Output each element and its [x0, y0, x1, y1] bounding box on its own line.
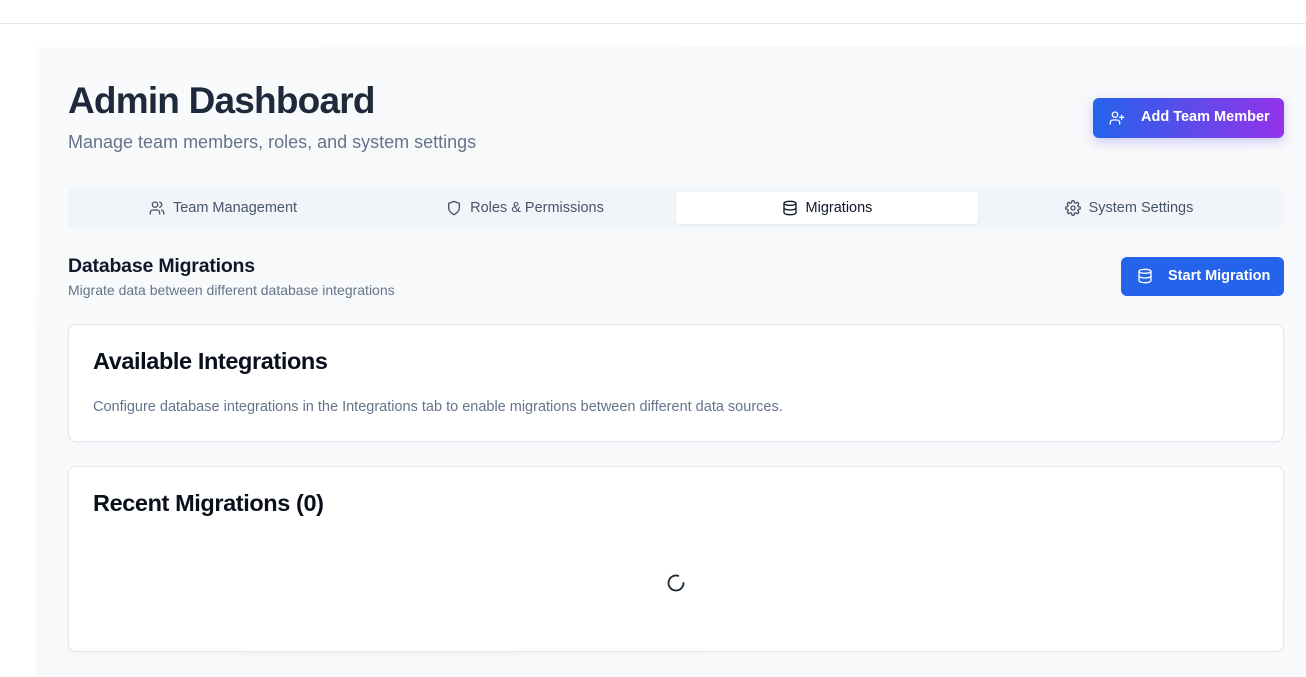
add-team-member-label: Add Team Member [1141, 109, 1270, 125]
page-subtitle: Manage team members, roles, and system s… [68, 132, 477, 152]
tab-roles-permissions[interactable]: Roles & Permissions [374, 192, 676, 224]
tab-bar: Team Management Roles & Permissions Migr… [68, 188, 1284, 228]
page-title: Admin Dashboard [68, 80, 375, 121]
user-plus-icon [1109, 111, 1125, 125]
top-bar [0, 0, 1306, 24]
tab-label: System Settings [1088, 200, 1194, 216]
database-icon [1138, 268, 1152, 284]
available-integrations-card: Available Integrations Configure databas… [68, 324, 1284, 442]
tab-label: Team Management [172, 200, 298, 216]
tab-migrations[interactable]: Migrations [676, 192, 978, 224]
card-title: Available Integrations [93, 348, 328, 374]
database-icon [782, 200, 797, 216]
start-migration-label: Start Migration [1168, 268, 1271, 284]
tab-system-settings[interactable]: System Settings [978, 192, 1280, 224]
gear-icon [1064, 200, 1081, 216]
section-title: Database Migrations [68, 255, 255, 277]
tab-label: Roles & Permissions [470, 200, 604, 216]
shield-icon [448, 200, 461, 216]
tab-team-management[interactable]: Team Management [72, 192, 374, 224]
users-icon [149, 201, 165, 215]
section-subtitle: Migrate data between different database … [68, 282, 395, 298]
card-description: Configure database integrations in the I… [93, 399, 783, 415]
add-team-member-button[interactable]: Add Team Member [1093, 98, 1284, 138]
tab-label: Migrations [805, 200, 873, 216]
recent-migrations-card: Recent Migrations (0) [68, 466, 1284, 652]
start-migration-button[interactable]: Start Migration [1121, 257, 1284, 296]
card-title: Recent Migrations (0) [93, 490, 324, 516]
loading-spinner-icon [667, 574, 685, 592]
